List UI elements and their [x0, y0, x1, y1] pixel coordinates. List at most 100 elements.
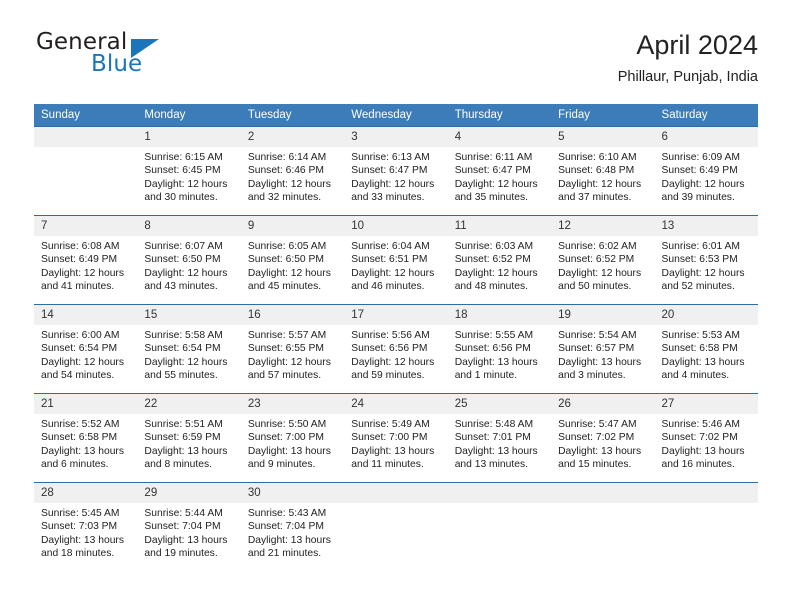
sunrise-text: Sunrise: 5:45 AM [41, 508, 120, 519]
sunset-text: Sunset: 6:47 PM [454, 165, 531, 177]
calendar-day-cell[interactable]: 28 Sunrise: 5:45 AM Sunset: 7:03 PM Dayligh… [34, 482, 138, 571]
calendar-day-cell[interactable]: 20 Sunrise: 5:53 AM Sunset: 6:58 PM Dayligh… [654, 304, 758, 394]
sunset-text: Sunset: 6:51 PM [351, 254, 428, 266]
daylight-text-line1: Daylight: 12 hours [351, 178, 435, 190]
calendar-day-cell[interactable]: 24 Sunrise: 5:49 AM Sunset: 7:00 PM Dayligh… [344, 393, 448, 483]
day-number: 16 [240, 305, 345, 325]
brand-logo[interactable]: General Blue [34, 28, 254, 88]
calendar-day-cell[interactable] [344, 482, 448, 571]
day-number: 20 [654, 305, 758, 325]
day-number: 15 [137, 305, 241, 325]
daylight-text-line1: Daylight: 13 hours [558, 356, 642, 368]
day-number: 29 [137, 483, 241, 503]
calendar-body: 1 Sunrise: 6:15 AM Sunset: 6:45 PM Daylight… [34, 126, 758, 571]
calendar-day-cell[interactable]: 12 Sunrise: 6:02 AM Sunset: 6:52 PM Dayligh… [551, 215, 655, 305]
calendar-day-cell[interactable]: 22 Sunrise: 5:51 AM Sunset: 6:59 PM Dayligh… [137, 393, 241, 483]
calendar-day-cell[interactable] [34, 126, 138, 216]
daylight-text-line1: Daylight: 12 hours [247, 178, 331, 190]
calendar-day-cell[interactable] [654, 482, 758, 571]
calendar-day-cell[interactable]: 1 Sunrise: 6:15 AM Sunset: 6:45 PM Daylight… [137, 126, 241, 216]
day-number: 6 [654, 127, 758, 147]
daylight-text-line2: and 55 minutes. [144, 370, 218, 382]
calendar-day-cell[interactable]: 16 Sunrise: 5:57 AM Sunset: 6:55 PM Dayligh… [240, 304, 345, 394]
day-number: 22 [137, 394, 241, 414]
sunset-text: Sunset: 6:46 PM [247, 165, 324, 177]
sunset-text: Sunset: 6:50 PM [144, 254, 221, 266]
calendar-day-cell[interactable]: 9 Sunrise: 6:05 AM Sunset: 6:50 PM Daylight… [240, 215, 345, 305]
daylight-text-line2: and 52 minutes. [661, 281, 735, 293]
calendar-day-cell[interactable]: 21 Sunrise: 5:52 AM Sunset: 6:58 PM Dayligh… [34, 393, 138, 483]
sunrise-text: Sunrise: 6:02 AM [558, 241, 637, 252]
calendar-day-cell[interactable]: 26 Sunrise: 5:47 AM Sunset: 7:02 PM Dayligh… [551, 393, 655, 483]
day-details: Sunrise: 6:02 AM Sunset: 6:52 PM Daylight:… [551, 236, 654, 294]
daylight-text-line1: Daylight: 12 hours [247, 356, 331, 368]
day-number: 10 [344, 216, 448, 236]
day-details: Sunrise: 6:03 AM Sunset: 6:52 PM Daylight:… [448, 236, 551, 294]
sunrise-text: Sunrise: 6:11 AM [454, 152, 533, 163]
sunrise-text: Sunrise: 5:58 AM [144, 330, 223, 341]
calendar-day-cell[interactable]: 30 Sunrise: 5:43 AM Sunset: 7:04 PM Dayligh… [240, 482, 345, 571]
calendar-day-cell[interactable]: 8 Sunrise: 6:07 AM Sunset: 6:50 PM Daylight… [137, 215, 241, 305]
page-header: General Blue April 2024 Phillaur, Punjab… [34, 28, 758, 98]
daylight-text-line2: and 45 minutes. [247, 281, 322, 293]
calendar-day-cell[interactable]: 10 Sunrise: 6:04 AM Sunset: 6:51 PM Dayligh… [344, 215, 448, 305]
calendar-day-cell[interactable]: 7 Sunrise: 6:08 AM Sunset: 6:49 PM Daylight… [34, 215, 138, 305]
calendar-day-cell[interactable]: 14 Sunrise: 6:00 AM Sunset: 6:54 PM Dayligh… [34, 304, 138, 394]
daylight-text-line1: Daylight: 12 hours [661, 267, 745, 279]
sunrise-text: Sunrise: 6:10 AM [558, 152, 637, 163]
brand-name-blue: Blue [91, 51, 143, 77]
daylight-text-line2: and 46 minutes. [351, 281, 425, 293]
calendar-day-cell[interactable]: 6 Sunrise: 6:09 AM Sunset: 6:49 PM Daylight… [654, 126, 758, 216]
daylight-text-line2: and 3 minutes. [558, 370, 626, 382]
calendar-day-cell[interactable]: 5 Sunrise: 6:10 AM Sunset: 6:48 PM Daylight… [551, 126, 655, 216]
sunrise-text: Sunrise: 6:14 AM [247, 152, 327, 163]
calendar-day-cell[interactable]: 15 Sunrise: 5:58 AM Sunset: 6:54 PM Dayligh… [137, 304, 241, 394]
calendar-day-cell[interactable]: 29 Sunrise: 5:44 AM Sunset: 7:04 PM Dayligh… [137, 482, 241, 571]
day-number [344, 483, 448, 503]
day-number: 1 [137, 127, 241, 147]
daylight-text-line2: and 13 minutes. [454, 459, 528, 471]
daylight-text-line2: and 30 minutes. [144, 192, 218, 204]
day-number: 27 [654, 394, 758, 414]
calendar-day-cell[interactable] [447, 482, 552, 571]
sunrise-text: Sunrise: 6:00 AM [41, 330, 120, 341]
calendar-day-cell[interactable] [551, 482, 655, 571]
title-block: April 2024 Phillaur, Punjab, India [618, 28, 758, 88]
calendar-day-cell[interactable]: 18 Sunrise: 5:55 AM Sunset: 6:56 PM Dayligh… [447, 304, 552, 394]
sunrise-text: Sunrise: 5:43 AM [247, 508, 327, 519]
sunrise-text: Sunrise: 5:48 AM [454, 419, 534, 430]
calendar-day-cell[interactable]: 11 Sunrise: 6:03 AM Sunset: 6:52 PM Dayligh… [447, 215, 552, 305]
sunrise-text: Sunrise: 5:56 AM [351, 330, 430, 341]
calendar-day-cell[interactable]: 19 Sunrise: 5:54 AM Sunset: 6:57 PM Dayligh… [551, 304, 655, 394]
day-number: 21 [34, 394, 138, 414]
daylight-text-line2: and 41 minutes. [41, 281, 115, 293]
calendar-day-cell[interactable]: 25 Sunrise: 5:48 AM Sunset: 7:01 PM Dayligh… [447, 393, 552, 483]
calendar-day-cell[interactable]: 23 Sunrise: 5:50 AM Sunset: 7:00 PM Dayligh… [240, 393, 345, 483]
daylight-text-line1: Daylight: 13 hours [558, 445, 642, 457]
calendar-day-cell[interactable]: 3 Sunrise: 6:13 AM Sunset: 6:47 PM Daylight… [344, 126, 448, 216]
daylight-text-line1: Daylight: 13 hours [454, 356, 538, 368]
calendar-day-cell[interactable]: 4 Sunrise: 6:11 AM Sunset: 6:47 PM Daylight… [447, 126, 552, 216]
weekday-header-tuesday: Tuesday [240, 104, 345, 127]
sunset-text: Sunset: 6:53 PM [661, 254, 738, 266]
page-subtitle: Phillaur, Punjab, India [617, 69, 758, 85]
sunset-text: Sunset: 7:03 PM [41, 521, 118, 533]
sunrise-text: Sunrise: 5:54 AM [558, 330, 637, 341]
sunset-text: Sunset: 6:57 PM [558, 343, 635, 355]
calendar-day-cell[interactable]: 2 Sunrise: 6:14 AM Sunset: 6:46 PM Daylight… [240, 126, 345, 216]
day-number: 13 [654, 216, 758, 236]
calendar-day-cell[interactable]: 13 Sunrise: 6:01 AM Sunset: 6:53 PM Dayligh… [654, 215, 758, 305]
day-number: 2 [240, 127, 345, 147]
sunrise-text: Sunrise: 5:47 AM [558, 419, 637, 430]
sunrise-text: Sunrise: 5:49 AM [351, 419, 430, 430]
daylight-text-line2: and 19 minutes. [144, 548, 218, 560]
daylight-text-line2: and 8 minutes. [144, 459, 212, 471]
calendar-day-cell[interactable]: 27 Sunrise: 5:46 AM Sunset: 7:02 PM Dayligh… [654, 393, 758, 483]
calendar-day-cell[interactable]: 17 Sunrise: 5:56 AM Sunset: 6:56 PM Dayligh… [344, 304, 448, 394]
day-details: Sunrise: 6:05 AM Sunset: 6:50 PM Daylight:… [241, 236, 344, 294]
daylight-text-line2: and 57 minutes. [247, 370, 322, 382]
day-details: Sunrise: 5:46 AM Sunset: 7:02 PM Daylight:… [655, 414, 758, 472]
daylight-text-line1: Daylight: 12 hours [247, 267, 331, 279]
daylight-text-line1: Daylight: 13 hours [41, 445, 124, 457]
sunset-text: Sunset: 6:52 PM [558, 254, 635, 266]
